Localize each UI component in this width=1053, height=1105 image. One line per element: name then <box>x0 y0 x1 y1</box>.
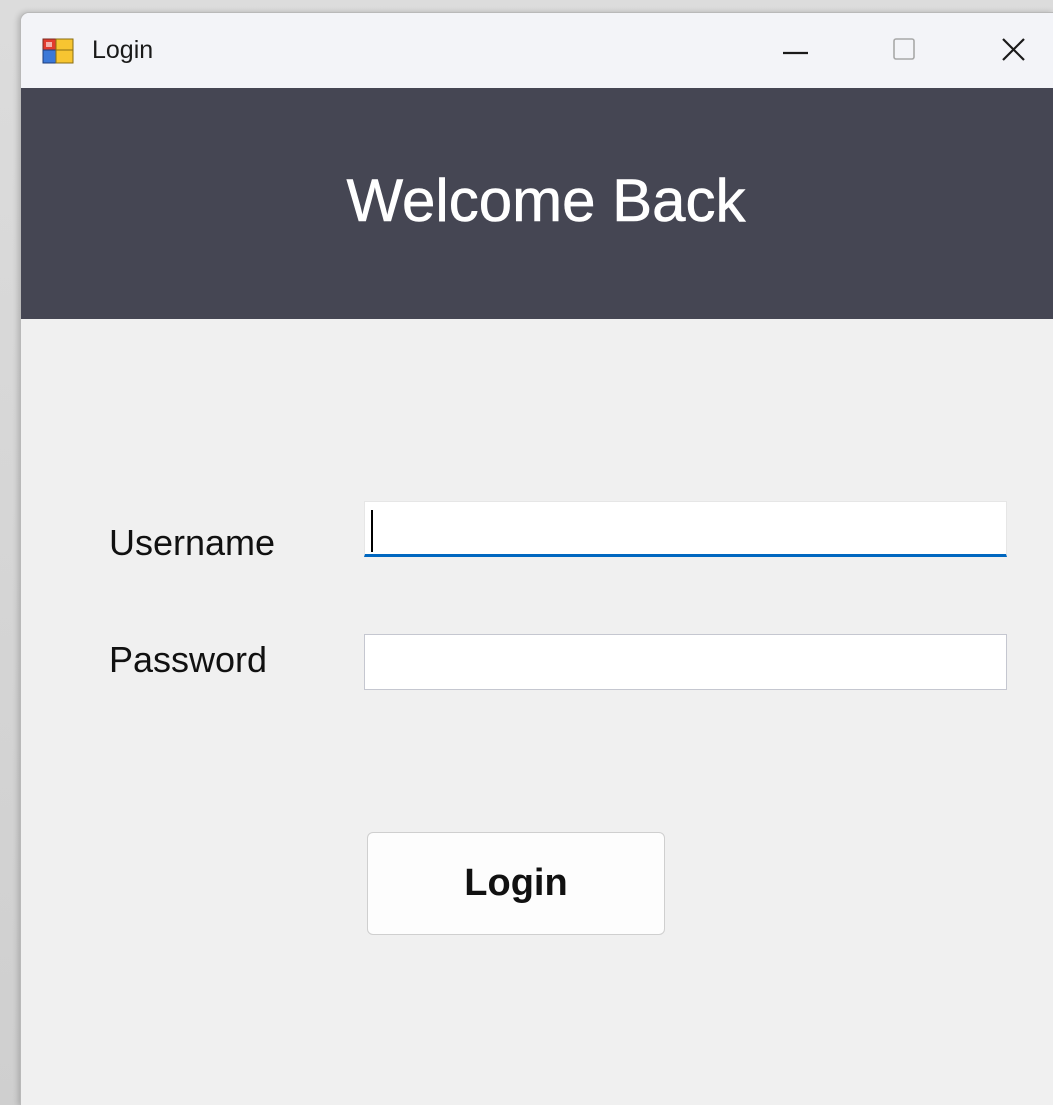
login-button[interactable]: Login <box>367 832 665 935</box>
close-button[interactable] <box>966 13 1053 88</box>
password-label: Password <box>109 639 268 680</box>
login-window: Login Welcome Back Username Password Log… <box>20 12 1053 1105</box>
maximize-button[interactable] <box>857 13 952 88</box>
banner-title: Welcome Back <box>346 167 746 235</box>
app-icon <box>42 38 74 64</box>
text-caret <box>371 510 373 552</box>
password-input[interactable] <box>364 634 1007 690</box>
minimize-icon <box>783 51 808 55</box>
window-title: Login <box>92 36 154 64</box>
close-icon <box>1002 38 1025 61</box>
welcome-banner: Welcome Back <box>21 88 1053 319</box>
desktop: Login Welcome Back Username Password Log… <box>0 0 1053 1105</box>
minimize-button[interactable] <box>748 13 843 88</box>
username-label: Username <box>109 522 276 563</box>
username-input[interactable] <box>364 501 1007 557</box>
maximize-icon <box>893 38 915 60</box>
title-bar[interactable]: Login <box>21 13 1053 88</box>
